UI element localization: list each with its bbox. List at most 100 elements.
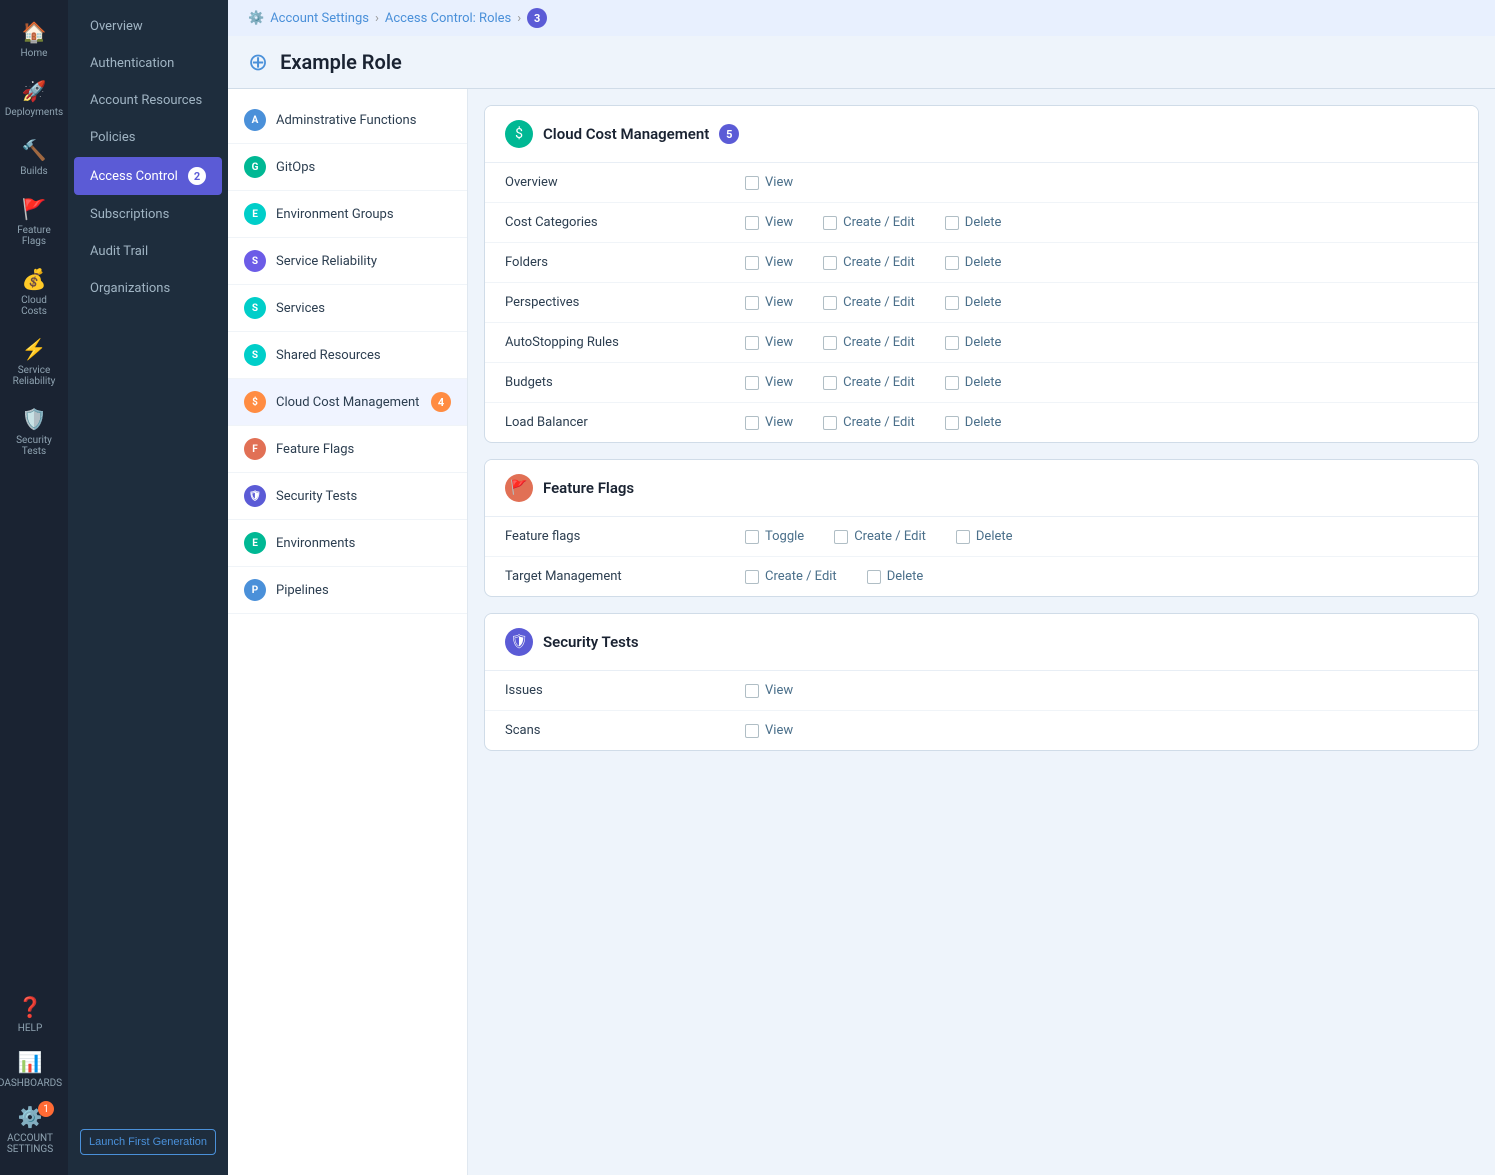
feature-flags-header: 🚩 Feature Flags (485, 460, 1478, 517)
cost-categories-actions: View Create / Edit Delete (745, 215, 1458, 230)
scans-view[interactable]: View (745, 723, 793, 738)
resource-services[interactable]: S Services (228, 285, 467, 332)
target-management-delete[interactable]: Delete (867, 569, 924, 584)
autostopping-create-edit[interactable]: Create / Edit (823, 335, 915, 350)
load-balancer-view-checkbox[interactable] (745, 416, 759, 430)
autostopping-view-checkbox[interactable] (745, 336, 759, 350)
overview-view[interactable]: View (745, 175, 793, 190)
resource-environment-groups[interactable]: E Environment Groups (228, 191, 467, 238)
target-management-create-edit-checkbox[interactable] (745, 570, 759, 584)
feature-flags-delete[interactable]: Delete (956, 529, 1013, 544)
feature-flags-icon: 🚩 (22, 197, 47, 221)
folders-delete[interactable]: Delete (945, 255, 1002, 270)
cost-categories-create-edit[interactable]: Create / Edit (823, 215, 915, 230)
shared-resources-label: Shared Resources (276, 348, 381, 363)
environment-groups-label: Environment Groups (276, 207, 394, 222)
nav-deployments[interactable]: 🚀 Deployments (4, 71, 64, 126)
budgets-delete[interactable]: Delete (945, 375, 1002, 390)
feature-flags-delete-checkbox[interactable] (956, 530, 970, 544)
resource-environments[interactable]: E Environments (228, 520, 467, 567)
budgets-view[interactable]: View (745, 375, 793, 390)
resource-service-reliability[interactable]: S Service Reliability (228, 238, 467, 285)
resource-security-tests[interactable]: 🛡 Security Tests (228, 473, 467, 520)
access-control-badge: 2 (188, 167, 206, 185)
sidebar-item-overview[interactable]: Overview (74, 9, 222, 44)
cost-categories-view[interactable]: View (745, 215, 793, 230)
feature-flags-create-edit-checkbox[interactable] (834, 530, 848, 544)
nav-dashboards-label: DASHBOARDS (0, 1078, 62, 1089)
load-balancer-delete[interactable]: Delete (945, 415, 1002, 430)
folders-delete-checkbox[interactable] (945, 256, 959, 270)
autostopping-create-edit-checkbox[interactable] (823, 336, 837, 350)
nav-account-settings[interactable]: ⚙️ ACCOUNT SETTINGS 1 (0, 1097, 60, 1163)
target-management-delete-checkbox[interactable] (867, 570, 881, 584)
perspectives-create-edit[interactable]: Create / Edit (823, 295, 915, 310)
scans-view-checkbox[interactable] (745, 724, 759, 738)
perspectives-create-edit-checkbox[interactable] (823, 296, 837, 310)
nav-dashboards[interactable]: 📊 DASHBOARDS (0, 1042, 60, 1097)
autostopping-delete-checkbox[interactable] (945, 336, 959, 350)
cost-categories-create-edit-checkbox[interactable] (823, 216, 837, 230)
icon-nav: 🏠 Home 🚀 Deployments 🔨 Builds 🚩 Feature … (0, 0, 68, 1175)
launch-first-generation-button[interactable]: Launch First Generation (80, 1129, 216, 1155)
issues-view-checkbox[interactable] (745, 684, 759, 698)
folders-create-edit-checkbox[interactable] (823, 256, 837, 270)
perspectives-delete-checkbox[interactable] (945, 296, 959, 310)
sidebar-item-policies[interactable]: Policies (74, 120, 222, 155)
nav-help[interactable]: ❓ HELP (0, 987, 60, 1042)
overview-view-checkbox[interactable] (745, 176, 759, 190)
sidebar-item-authentication[interactable]: Authentication (74, 46, 222, 81)
perspectives-view[interactable]: View (745, 295, 793, 310)
sidebar-authentication-label: Authentication (90, 56, 174, 71)
nav-cloud-costs[interactable]: 💰 Cloud Costs (4, 259, 64, 325)
pipelines-label: Pipelines (276, 583, 329, 598)
perspectives-delete[interactable]: Delete (945, 295, 1002, 310)
resource-feature-flags[interactable]: F Feature Flags (228, 426, 467, 473)
budgets-view-checkbox[interactable] (745, 376, 759, 390)
folders-create-edit[interactable]: Create / Edit (823, 255, 915, 270)
sidebar-item-audit-trail[interactable]: Audit Trail (74, 234, 222, 269)
resource-gitops[interactable]: G GitOps (228, 144, 467, 191)
feature-flags-toggle-checkbox[interactable] (745, 530, 759, 544)
nav-builds[interactable]: 🔨 Builds (4, 130, 64, 185)
cost-categories-name: Cost Categories (505, 215, 725, 230)
budgets-create-edit[interactable]: Create / Edit (823, 375, 915, 390)
sidebar-item-organizations[interactable]: Organizations (74, 271, 222, 306)
cost-categories-delete-checkbox[interactable] (945, 216, 959, 230)
nav-security-tests[interactable]: 🛡️ Security Tests (4, 399, 64, 465)
nav-feature-flags[interactable]: 🚩 Feature Flags (4, 189, 64, 255)
folders-name: Folders (505, 255, 725, 270)
load-balancer-name: Load Balancer (505, 415, 725, 430)
load-balancer-view[interactable]: View (745, 415, 793, 430)
breadcrumb-access-control-roles[interactable]: Access Control: Roles (385, 11, 511, 26)
load-balancer-delete-checkbox[interactable] (945, 416, 959, 430)
nav-service-reliability[interactable]: ⚡ Service Reliability (4, 329, 64, 395)
cost-categories-delete[interactable]: Delete (945, 215, 1002, 230)
breadcrumb-account-settings[interactable]: Account Settings (270, 11, 369, 26)
sidebar-item-subscriptions[interactable]: Subscriptions (74, 197, 222, 232)
target-management-create-edit[interactable]: Create / Edit (745, 569, 837, 584)
sidebar-item-account-resources[interactable]: Account Resources (74, 83, 222, 118)
cloud-cost-management-section-icon: $ (505, 120, 533, 148)
resource-pipelines[interactable]: P Pipelines (228, 567, 467, 614)
resource-shared-resources[interactable]: S Shared Resources (228, 332, 467, 379)
folders-view[interactable]: View (745, 255, 793, 270)
gear-icon: ⚙️ (248, 11, 264, 26)
load-balancer-create-edit[interactable]: Create / Edit (823, 415, 915, 430)
resource-admin-functions[interactable]: A Adminstrative Functions (228, 97, 467, 144)
load-balancer-create-edit-checkbox[interactable] (823, 416, 837, 430)
budgets-delete-checkbox[interactable] (945, 376, 959, 390)
feature-flags-toggle[interactable]: Toggle (745, 529, 804, 544)
feature-flags-create-edit[interactable]: Create / Edit (834, 529, 926, 544)
sidebar-item-access-control[interactable]: Access Control 2 (74, 157, 222, 195)
resource-cloud-cost-management[interactable]: $ Cloud Cost Management 4 (228, 379, 467, 426)
nav-home[interactable]: 🏠 Home (4, 12, 64, 67)
cloud-cost-management-icon: $ (244, 391, 266, 413)
issues-view[interactable]: View (745, 683, 793, 698)
perspectives-view-checkbox[interactable] (745, 296, 759, 310)
autostopping-view[interactable]: View (745, 335, 793, 350)
autostopping-delete[interactable]: Delete (945, 335, 1002, 350)
budgets-create-edit-checkbox[interactable] (823, 376, 837, 390)
cost-categories-view-checkbox[interactable] (745, 216, 759, 230)
folders-view-checkbox[interactable] (745, 256, 759, 270)
